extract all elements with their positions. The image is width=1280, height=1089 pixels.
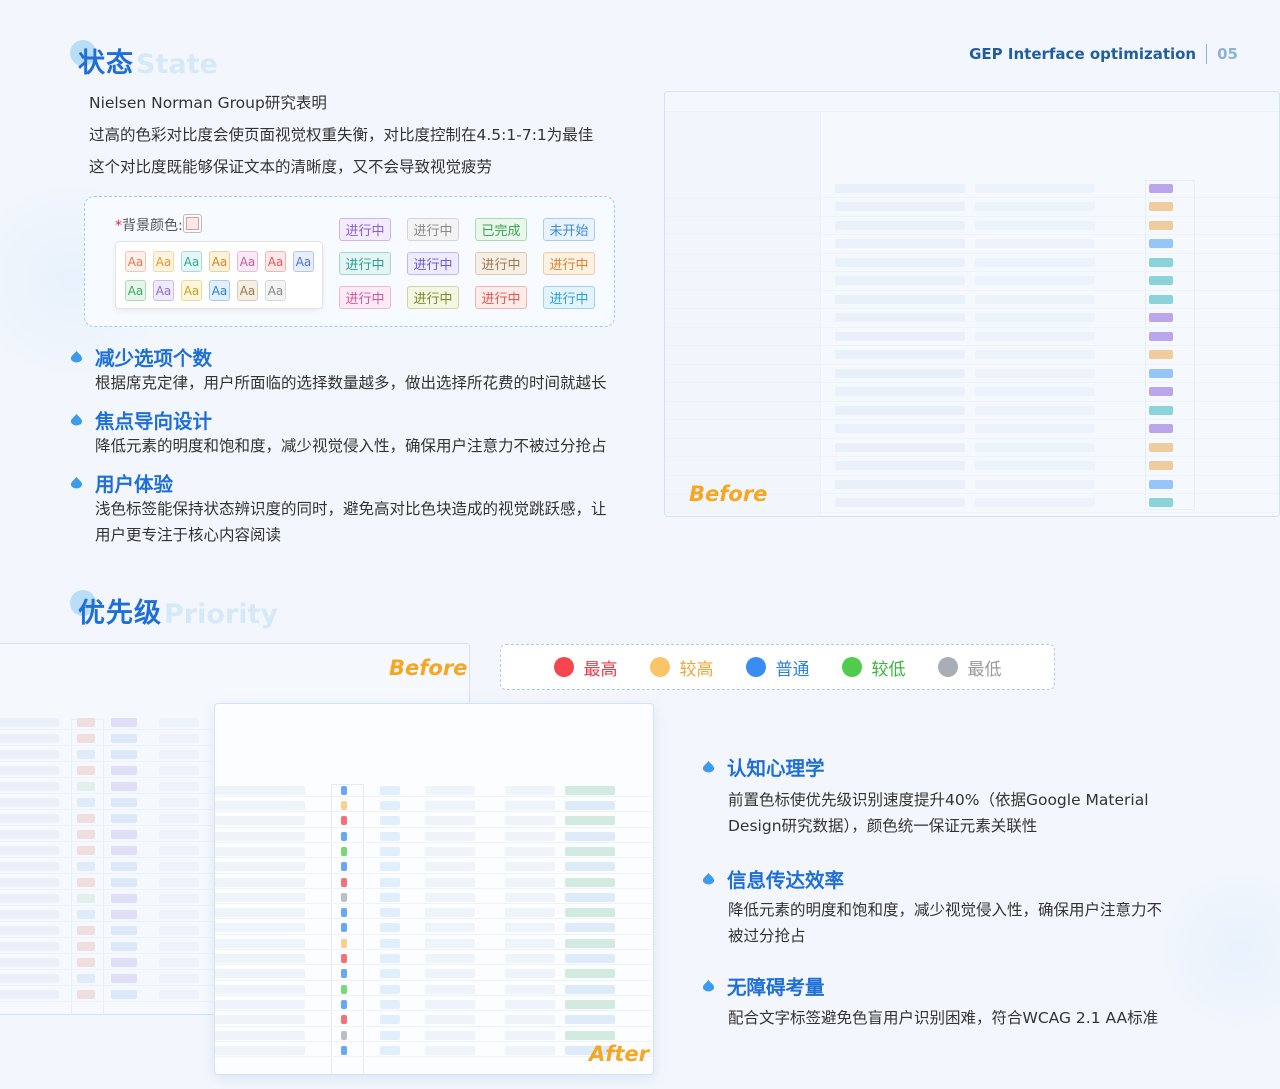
drop-icon bbox=[70, 350, 83, 363]
section-title-cn: 优先级 bbox=[78, 598, 162, 629]
section-title-en: State bbox=[136, 49, 218, 80]
point-body: 根据席克定律，用户所面临的选择数量越多，做出选择所花费的时间就越长 bbox=[95, 374, 607, 392]
status-tag: 进行中 bbox=[475, 252, 527, 275]
bg-blob bbox=[1150, 860, 1280, 1040]
intro-line: 过高的色彩对比度会使页面视觉权重失衡，对比度控制在4.5:1-7:1为最佳 bbox=[89, 126, 594, 144]
intro-line: Nielsen Norman Group研究表明 bbox=[89, 94, 327, 112]
dot-icon bbox=[649, 657, 670, 677]
after-screenshot-priority: After bbox=[214, 703, 654, 1075]
before-screenshot-status: Before bbox=[664, 91, 1280, 517]
priority-legend: 最高 较高 普通 较低 最低 bbox=[500, 644, 1055, 690]
point-body: 用户更专注于核心内容阅读 bbox=[95, 526, 282, 544]
section-title-cn: 状态 bbox=[78, 48, 134, 79]
color-swatch[interactable]: Aa bbox=[237, 280, 258, 301]
color-swatch[interactable]: Aa bbox=[293, 251, 314, 272]
point-heading: 认知心理学 bbox=[702, 752, 825, 781]
drop-icon bbox=[702, 979, 715, 992]
point-body: Design研究数据），颜色统一保证元素关联性 bbox=[728, 817, 1038, 835]
cell-chip bbox=[975, 517, 1095, 518]
drop-icon bbox=[702, 760, 715, 773]
dot-icon bbox=[745, 657, 766, 677]
bg-color-picker[interactable] bbox=[183, 214, 202, 233]
drop-icon bbox=[70, 476, 83, 489]
color-swatch[interactable]: Aa bbox=[209, 251, 230, 272]
dot-icon bbox=[841, 657, 862, 677]
section-title-en: Priority bbox=[164, 599, 278, 630]
cell-chip bbox=[1149, 517, 1173, 518]
status-tag: 进行中 bbox=[407, 218, 459, 241]
point-body: 被过分抢占 bbox=[728, 927, 806, 945]
status-tag: 进行中 bbox=[339, 252, 391, 275]
section-title-priority: 优先级 Priority bbox=[70, 590, 278, 630]
color-swatch[interactable]: Aa bbox=[209, 280, 230, 301]
status-tag: 进行中 bbox=[543, 252, 595, 275]
section-title-state: 状态 State bbox=[70, 40, 218, 80]
legend-item-highest: 最高 bbox=[553, 655, 618, 680]
point-heading: 信息传达效率 bbox=[702, 864, 844, 893]
bg-color-label: *背景颜色: bbox=[115, 218, 183, 234]
drop-icon bbox=[702, 872, 715, 885]
before-label: Before bbox=[689, 482, 768, 506]
legend-item-high: 较高 bbox=[649, 655, 714, 680]
color-swatch[interactable]: Aa bbox=[265, 251, 286, 272]
color-swatch[interactable]: Aa bbox=[237, 251, 258, 272]
color-palette-panel: *背景颜色: Aa Aa Aa Aa Aa Aa Aa Aa Aa Aa Aa … bbox=[84, 196, 615, 327]
status-tag: 进行中 bbox=[339, 286, 391, 309]
header-divider bbox=[1206, 44, 1208, 64]
status-tag: 进行中 bbox=[543, 286, 595, 309]
point-heading: 用户体验 bbox=[70, 468, 173, 497]
point-body: 降低元素的明度和饱和度，减少视觉侵入性，确保用户注意力不 bbox=[728, 901, 1163, 919]
status-tag: 进行中 bbox=[407, 286, 459, 309]
status-tag: 已完成 bbox=[475, 218, 527, 241]
intro-line: 这个对比度既能够保证文本的清晰度，又不会导致视觉疲劳 bbox=[89, 158, 493, 176]
page-number: 05 bbox=[1217, 45, 1238, 63]
point-body: 配合文字标签避免色盲用户识别困难，符合WCAG 2.1 AA标准 bbox=[728, 1009, 1159, 1027]
status-tag: 未开始 bbox=[543, 218, 595, 241]
color-swatch[interactable]: Aa bbox=[125, 280, 146, 301]
dot-icon bbox=[937, 657, 958, 677]
color-swatch[interactable]: Aa bbox=[181, 251, 202, 272]
color-swatch[interactable]: Aa bbox=[153, 251, 174, 272]
brand-title: GEP Interface optimization bbox=[969, 45, 1197, 63]
point-body: 降低元素的明度和饱和度，减少视觉侵入性，确保用户注意力不被过分抢占 bbox=[95, 437, 607, 455]
legend-item-lowest: 最低 bbox=[937, 655, 1002, 680]
drop-icon bbox=[70, 413, 83, 426]
status-tag: 进行中 bbox=[339, 218, 391, 241]
point-body: 浅色标签能保持状态辨识度的同时，避免高对比色块造成的视觉跳跃感，让 bbox=[95, 500, 607, 518]
cell-chip bbox=[835, 517, 965, 518]
status-tag: 进行中 bbox=[475, 286, 527, 309]
point-heading: 减少选项个数 bbox=[70, 342, 212, 371]
color-swatch[interactable]: Aa bbox=[125, 251, 146, 272]
dot-icon bbox=[553, 657, 574, 677]
point-heading: 无障碍考量 bbox=[702, 971, 825, 1000]
color-swatch[interactable]: Aa bbox=[181, 280, 202, 301]
status-tag: 进行中 bbox=[407, 252, 459, 275]
legend-item-low: 较低 bbox=[841, 655, 906, 680]
before-label: Before bbox=[389, 656, 468, 680]
swatch-grid: Aa Aa Aa Aa Aa Aa Aa Aa Aa Aa Aa Aa Aa bbox=[115, 241, 323, 309]
point-body: 前置色标使优先级识别速度提升40%（依据Google Material bbox=[728, 791, 1149, 809]
after-label: After bbox=[589, 1042, 650, 1066]
point-heading: 焦点导向设计 bbox=[70, 405, 212, 434]
color-swatch[interactable]: Aa bbox=[265, 280, 286, 301]
page-header: GEP Interface optimization 05 bbox=[969, 44, 1238, 64]
color-swatch[interactable]: Aa bbox=[153, 280, 174, 301]
legend-item-normal: 普通 bbox=[745, 655, 810, 680]
